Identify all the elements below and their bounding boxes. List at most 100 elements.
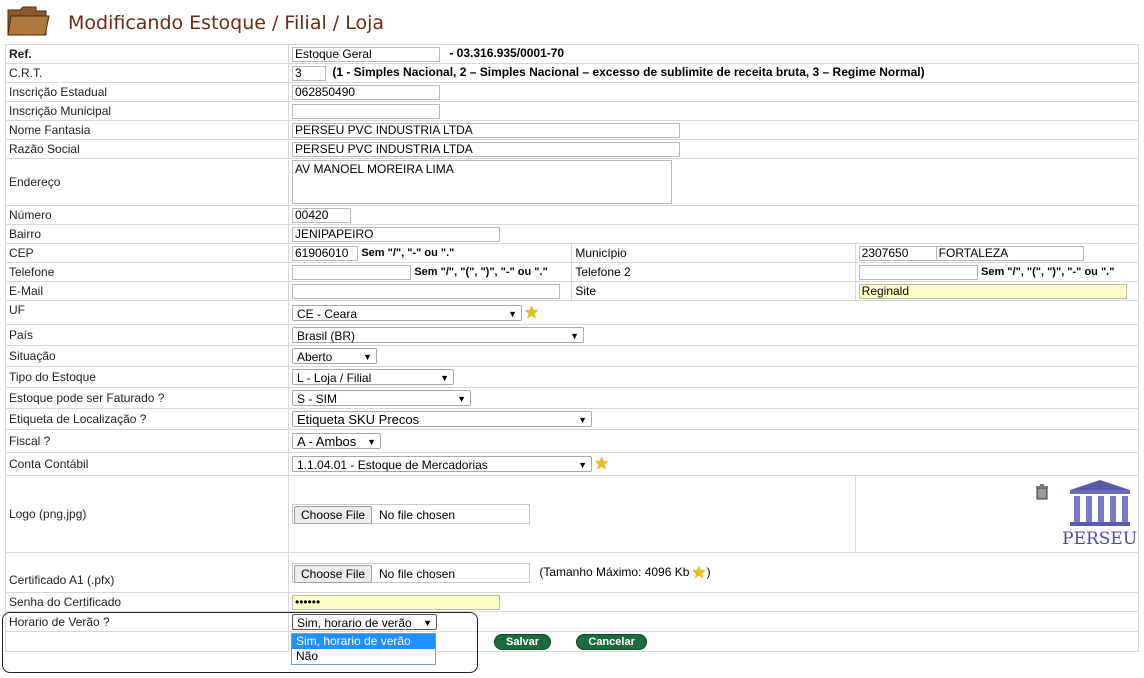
choose-file-button[interactable]: Choose File (294, 564, 373, 583)
logo-brand-text: PERSEU (1062, 529, 1138, 549)
fiscal-value: A - Ambos (297, 434, 357, 449)
file-status: No file chosen (379, 508, 456, 522)
municipio-name-input[interactable] (936, 245, 1084, 261)
star-icon[interactable]: ★ (594, 455, 609, 472)
conta-value: 1.1.04.01 - Estoque de Mercadorias (297, 458, 488, 472)
municipio-code-input[interactable] (858, 245, 937, 261)
certificado-label: Certificado A1 (.pfx) (5, 552, 289, 593)
folder-icon (7, 6, 50, 36)
chevron-down-icon: ▼ (423, 617, 432, 628)
save-button[interactable]: Salvar (494, 633, 552, 650)
conta-label: Conta Contábil (5, 452, 289, 476)
senha-input[interactable] (292, 594, 500, 610)
telefone-input[interactable] (292, 264, 411, 280)
logo-label: Logo (png,jpg) (5, 475, 289, 553)
faturado-value: S - SIM (297, 392, 338, 406)
tipo-select[interactable]: L - Loja / Filial ▼ (292, 369, 454, 385)
cnpj-text: - 03.316.935/0001-70 (449, 46, 565, 61)
situacao-select[interactable]: Aberto ▼ (292, 348, 377, 364)
certificado-hint-close: ) (706, 564, 711, 579)
bairro-input[interactable] (292, 226, 500, 242)
dropdown-option[interactable]: Não (292, 649, 435, 664)
star-icon[interactable]: ★ (524, 304, 539, 321)
verao-value: Sim, horario de verão (297, 615, 412, 630)
logo-file-input[interactable]: Choose File No file chosen (292, 504, 530, 524)
cep-label: CEP (5, 243, 289, 263)
fiscal-select[interactable]: A - Ambos ▼ (292, 433, 381, 449)
endereco-label: Endereço (5, 158, 289, 206)
telefone2-input[interactable] (858, 264, 978, 280)
ref-label: Ref. (5, 44, 289, 64)
numero-label: Número (5, 205, 289, 225)
telefone-label: Telefone (5, 262, 289, 282)
cancel-button[interactable]: Cancelar (576, 633, 647, 650)
situacao-label: Situação (5, 345, 289, 367)
crt-label: C.R.T. (5, 63, 289, 83)
fantasia-input[interactable] (292, 122, 680, 138)
uf-value: CE - Ceara (297, 306, 358, 321)
telefone-hint: Sem "/", "(", ")", "-" ou "." (414, 266, 548, 279)
crt-input[interactable] (292, 65, 326, 81)
ie-input[interactable] (292, 84, 440, 100)
file-status: No file chosen (379, 566, 456, 581)
crt-hint: (1 - Simples Nacional, 2 – Simples Nacio… (332, 65, 925, 80)
verao-label: Horario de Verão ? (5, 611, 289, 632)
verao-select[interactable]: Sim, horario de verão ▼ (292, 613, 437, 630)
faturado-label: Estoque pode ser Faturado ? (5, 387, 289, 409)
company-logo: PERSEU (1062, 480, 1138, 550)
choose-file-button[interactable]: Choose File (294, 506, 373, 524)
email-input[interactable] (292, 283, 560, 299)
etiqueta-value: Etiqueta SKU Precos (297, 412, 420, 427)
site-label: Site (571, 281, 856, 301)
numero-input[interactable] (292, 207, 351, 223)
page-header: Modificando Estoque / Filial / Loja (4, 4, 1140, 40)
situacao-value: Aberto (297, 350, 333, 364)
chevron-down-icon: ▼ (578, 415, 587, 425)
endereco-textarea[interactable]: AV MANOEL MOREIRA LIMA (292, 160, 672, 204)
senha-label: Senha do Certificado (5, 592, 289, 612)
page-title: Modificando Estoque / Filial / Loja (68, 12, 385, 34)
actions-spacer (5, 631, 289, 652)
certificado-file-input[interactable]: Choose File No file chosen (292, 562, 530, 583)
pais-label: País (5, 324, 289, 346)
bairro-label: Bairro (5, 224, 289, 244)
tipo-label: Tipo do Estoque (5, 366, 289, 388)
star-icon[interactable]: ★ (691, 564, 706, 581)
fantasia-label: Nome Fantasia (5, 120, 289, 140)
site-input[interactable] (858, 283, 1127, 299)
stock-form: Ref. - 03.316.935/0001-70 C.R.T. (1 - Si… (5, 44, 1140, 652)
im-input[interactable] (292, 103, 440, 119)
chevron-down-icon: ▼ (508, 308, 517, 319)
razao-label: Razão Social (5, 139, 289, 159)
chevron-down-icon: ▼ (440, 373, 449, 383)
conta-select[interactable]: 1.1.04.01 - Estoque de Mercadorias ▼ (292, 456, 592, 472)
tipo-value: L - Loja / Filial (297, 371, 372, 385)
im-label: Inscrição Municipal (5, 101, 289, 121)
ref-input[interactable] (292, 46, 440, 62)
uf-select[interactable]: CE - Ceara ▼ (292, 304, 522, 321)
faturado-select[interactable]: S - SIM ▼ (292, 390, 471, 406)
dropdown-option[interactable]: Sim, horario de verão (292, 634, 435, 649)
uf-label: UF (5, 300, 289, 325)
etiqueta-select[interactable]: Etiqueta SKU Precos ▼ (292, 411, 592, 427)
chevron-down-icon: ▼ (570, 331, 579, 341)
fiscal-label: Fiscal ? (5, 429, 289, 453)
cep-hint: Sem "/", "-" ou "." (361, 247, 455, 260)
ie-label: Inscrição Estadual (5, 82, 289, 102)
municipio-label: Município (571, 243, 856, 263)
certificado-size-hint: (Tamanho Máximo: 4096 Kb (539, 564, 690, 579)
verao-dropdown-list: Sim, horario de verão Não (291, 633, 436, 665)
telefone2-label: Telefone 2 (571, 262, 856, 282)
cep-input[interactable] (292, 245, 358, 261)
chevron-down-icon: ▼ (363, 352, 372, 362)
chevron-down-icon: ▼ (457, 394, 466, 404)
email-label: E-Mail (5, 281, 289, 301)
chevron-down-icon: ▼ (578, 460, 587, 470)
trash-icon[interactable] (1034, 484, 1050, 500)
pais-select[interactable]: Brasil (BR) ▼ (292, 327, 584, 343)
etiqueta-label: Etiqueta de Localização ? (5, 408, 289, 430)
chevron-down-icon: ▼ (367, 437, 376, 447)
pais-value: Brasil (BR) (297, 329, 356, 343)
razao-input[interactable] (292, 141, 680, 157)
temple-icon (1069, 480, 1130, 526)
